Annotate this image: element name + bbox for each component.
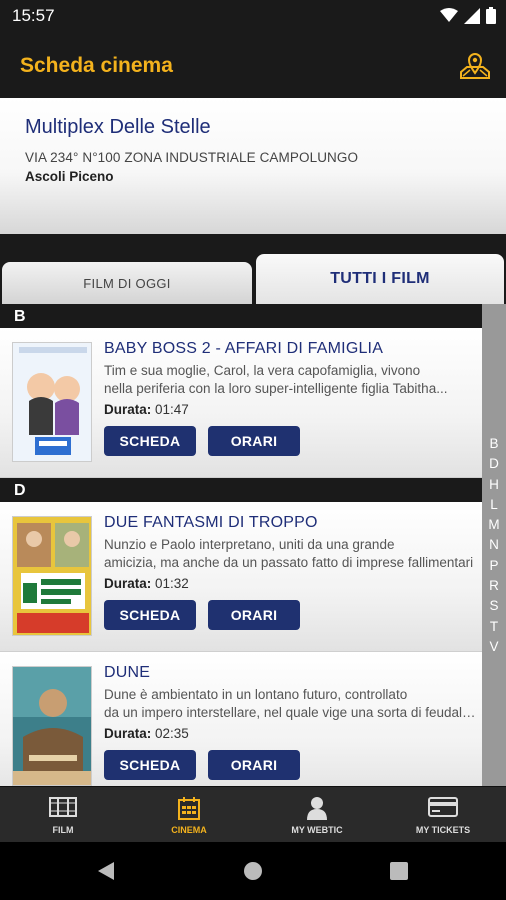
scheda-button[interactable]: SCHEDA	[104, 426, 196, 456]
alphabet-letter[interactable]: B	[482, 434, 506, 454]
movie-description: Nunzio e Paolo interpretano, uniti da un…	[104, 536, 476, 572]
alphabet-letter[interactable]: M	[482, 515, 506, 535]
movie-description-line: Nunzio e Paolo interpretano, uniti da un…	[104, 537, 395, 552]
movie-description: Dune è ambientato in un lontano futuro, …	[104, 686, 476, 722]
map-pin-icon[interactable]	[458, 48, 492, 82]
movie-description: Tim e sua moglie, Carol, la vera capofam…	[104, 362, 476, 398]
signal-icon	[464, 7, 480, 24]
movie-duration: Durata: 02:35	[104, 726, 189, 741]
movie-item[interactable]: BABY BOSS 2 - AFFARI DI FAMIGLIA Tim e s…	[0, 328, 482, 478]
movie-title: DUE FANTASMI DI TROPPO	[104, 514, 318, 531]
movie-title: BABY BOSS 2 - AFFARI DI FAMIGLIA	[104, 340, 384, 357]
tab-film-di-oggi[interactable]: FILM DI OGGI	[2, 262, 252, 304]
scheda-button[interactable]: SCHEDA	[104, 600, 196, 630]
scheda-button[interactable]: SCHEDA	[104, 750, 196, 780]
recents-icon[interactable]	[390, 862, 408, 880]
alphabet-letter[interactable]: N	[482, 535, 506, 555]
movie-item[interactable]: DUE FANTASMI DI TROPPO Nunzio e Paolo in…	[0, 502, 482, 652]
movie-poster[interactable]	[12, 666, 92, 786]
alphabet-letter[interactable]: D	[482, 454, 506, 474]
movie-duration: Durata: 01:32	[104, 576, 189, 591]
wifi-icon	[440, 8, 458, 22]
duration-value: 02:35	[155, 726, 189, 741]
bottom-navigation: FILM CINEMA MY WEBTIC MY TICKETS	[0, 786, 506, 842]
nav-label: FILM	[52, 825, 74, 835]
alphabet-letter[interactable]: V	[482, 637, 506, 657]
alphabet-letter[interactable]: L	[482, 495, 506, 515]
movie-description-line: amicizia, ma anche da un passato fatto d…	[104, 555, 474, 570]
orari-button[interactable]: ORARI	[208, 750, 300, 780]
alphabet-index[interactable]: B D H L M N P R S T V	[482, 304, 506, 786]
movie-description-line: Tim e sua moglie, Carol, la vera capofam…	[104, 363, 421, 378]
nav-label: MY WEBTIC	[291, 825, 343, 835]
battery-icon	[486, 7, 496, 24]
movie-description-line: nella periferia con la loro super-intell…	[104, 381, 448, 396]
alphabet-letter[interactable]: S	[482, 596, 506, 616]
cinema-address: VIA 234° N°100 ZONA INDUSTRIALE CAMPOLUN…	[25, 150, 359, 165]
section-header-d: D	[0, 478, 482, 502]
cinema-info: Multiplex Delle Stelle VIA 234° N°100 ZO…	[0, 98, 506, 234]
movie-item[interactable]: DUNE Dune è ambientato in un lontano fut…	[0, 652, 482, 786]
alphabet-letter[interactable]: H	[482, 475, 506, 495]
movie-poster[interactable]	[12, 342, 92, 462]
orari-button[interactable]: ORARI	[208, 600, 300, 630]
duration-label: Durata:	[104, 726, 152, 741]
cinema-name: Multiplex Delle Stelle	[25, 116, 211, 138]
movie-list[interactable]: B BABY BOSS 2 - AFFARI DI FAMIGLIA Tim e…	[0, 304, 482, 786]
section-header-b: B	[0, 304, 482, 328]
cinema-city: Ascoli Piceno	[25, 169, 114, 184]
duration-value: 01:32	[155, 576, 189, 591]
nav-label: CINEMA	[171, 825, 207, 835]
movie-title: DUNE	[104, 664, 151, 681]
film-strip-icon	[49, 797, 77, 817]
nav-my-tickets[interactable]: MY TICKETS	[380, 787, 506, 843]
movie-description-line: da un impero interstellare, nel quale vi…	[104, 705, 476, 720]
tab-tutti-i-film[interactable]: TUTTI I FILM	[256, 254, 504, 304]
nav-label: MY TICKETS	[415, 825, 471, 835]
duration-label: Durata:	[104, 402, 152, 417]
nav-my-webtic[interactable]: MY WEBTIC	[254, 787, 380, 843]
app-bar: Scheda cinema	[0, 32, 506, 98]
alphabet-letters[interactable]: B D H L M N P R S T V	[482, 434, 506, 657]
back-icon[interactable]	[96, 861, 116, 881]
status-icons	[440, 7, 496, 24]
alphabet-letter[interactable]: T	[482, 617, 506, 637]
nav-cinema[interactable]: CINEMA	[126, 787, 252, 843]
movie-description-line: Dune è ambientato in un lontano futuro, …	[104, 687, 408, 702]
user-icon	[307, 797, 327, 820]
alphabet-letter[interactable]: P	[482, 556, 506, 576]
page-title: Scheda cinema	[20, 54, 173, 77]
movie-duration: Durata: 01:47	[104, 402, 189, 417]
duration-label: Durata:	[104, 576, 152, 591]
movie-poster[interactable]	[12, 516, 92, 636]
credit-card-icon	[428, 797, 458, 817]
status-time: 15:57	[12, 6, 55, 25]
calendar-icon	[178, 797, 200, 820]
orari-button[interactable]: ORARI	[208, 426, 300, 456]
duration-value: 01:47	[155, 402, 189, 417]
home-icon[interactable]	[243, 861, 263, 881]
alphabet-letter[interactable]: R	[482, 576, 506, 596]
nav-film[interactable]: FILM	[0, 787, 126, 843]
status-bar: 15:57	[0, 0, 506, 32]
system-navigation-bar	[0, 842, 506, 900]
